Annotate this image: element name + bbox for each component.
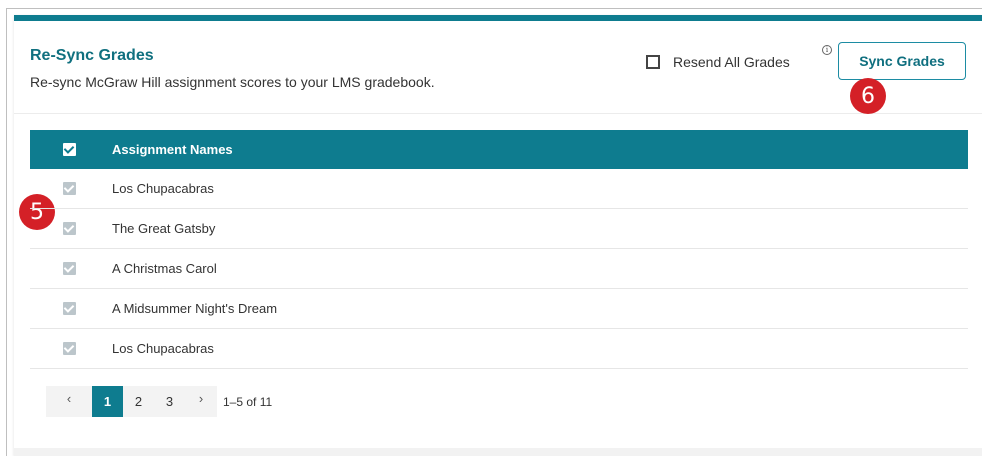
assignment-name: A Christmas Carol xyxy=(112,261,217,276)
chevron-left-icon: ‹ xyxy=(66,391,72,406)
row-checkbox[interactable] xyxy=(62,262,76,275)
select-all-checkbox[interactable] xyxy=(62,143,76,156)
assignment-name: A Midsummer Night's Dream xyxy=(112,301,278,316)
next-page-button[interactable]: › xyxy=(185,386,217,417)
resend-all-grades-label: Resend All Grades xyxy=(673,54,790,70)
row-checkbox[interactable] xyxy=(62,182,76,195)
row-checkbox[interactable] xyxy=(62,222,76,235)
page-subtitle: Re-sync McGraw Hill assignment scores to… xyxy=(30,74,435,90)
panel-header xyxy=(14,21,982,114)
row-checkbox[interactable] xyxy=(62,302,76,315)
pagination: ‹ 1 2 3 › 1–5 of 11 xyxy=(46,386,272,417)
table-row: Los Chupacabras xyxy=(30,329,968,369)
sync-grades-button[interactable]: Sync Grades xyxy=(838,42,966,80)
assignment-name: Los Chupacabras xyxy=(112,181,214,196)
table-row: The Great Gatsby xyxy=(30,209,968,249)
resend-all-grades-checkbox[interactable]: Resend All Grades xyxy=(646,54,790,70)
column-header-assignment-names: Assignment Names xyxy=(112,142,233,157)
chevron-right-icon: › xyxy=(198,391,204,406)
assignment-name: The Great Gatsby xyxy=(112,221,216,236)
pagination-range: 1–5 of 11 xyxy=(223,394,273,409)
info-icon[interactable]: i xyxy=(822,45,832,55)
table-row: A Christmas Carol xyxy=(30,249,968,289)
assignment-name: Los Chupacabras xyxy=(112,341,214,356)
previous-page-button[interactable]: ‹ xyxy=(46,386,92,417)
table-row: A Midsummer Night's Dream xyxy=(30,289,968,329)
page-button-1[interactable]: 1 xyxy=(92,386,123,417)
row-checkbox[interactable] xyxy=(62,342,76,355)
assignments-table: Assignment Names Los Chupacabras The Gre… xyxy=(30,130,968,369)
table-row: Los Chupacabras xyxy=(30,169,968,209)
checkbox-unchecked-icon[interactable] xyxy=(646,55,660,69)
page-title: Re-Sync Grades xyxy=(30,47,154,64)
page-button-2[interactable]: 2 xyxy=(123,386,154,417)
step-marker-6: 6 xyxy=(850,78,886,114)
page-button-3[interactable]: 3 xyxy=(154,386,185,417)
table-header-row: Assignment Names xyxy=(30,130,968,169)
panel-footer-strip xyxy=(14,448,982,456)
